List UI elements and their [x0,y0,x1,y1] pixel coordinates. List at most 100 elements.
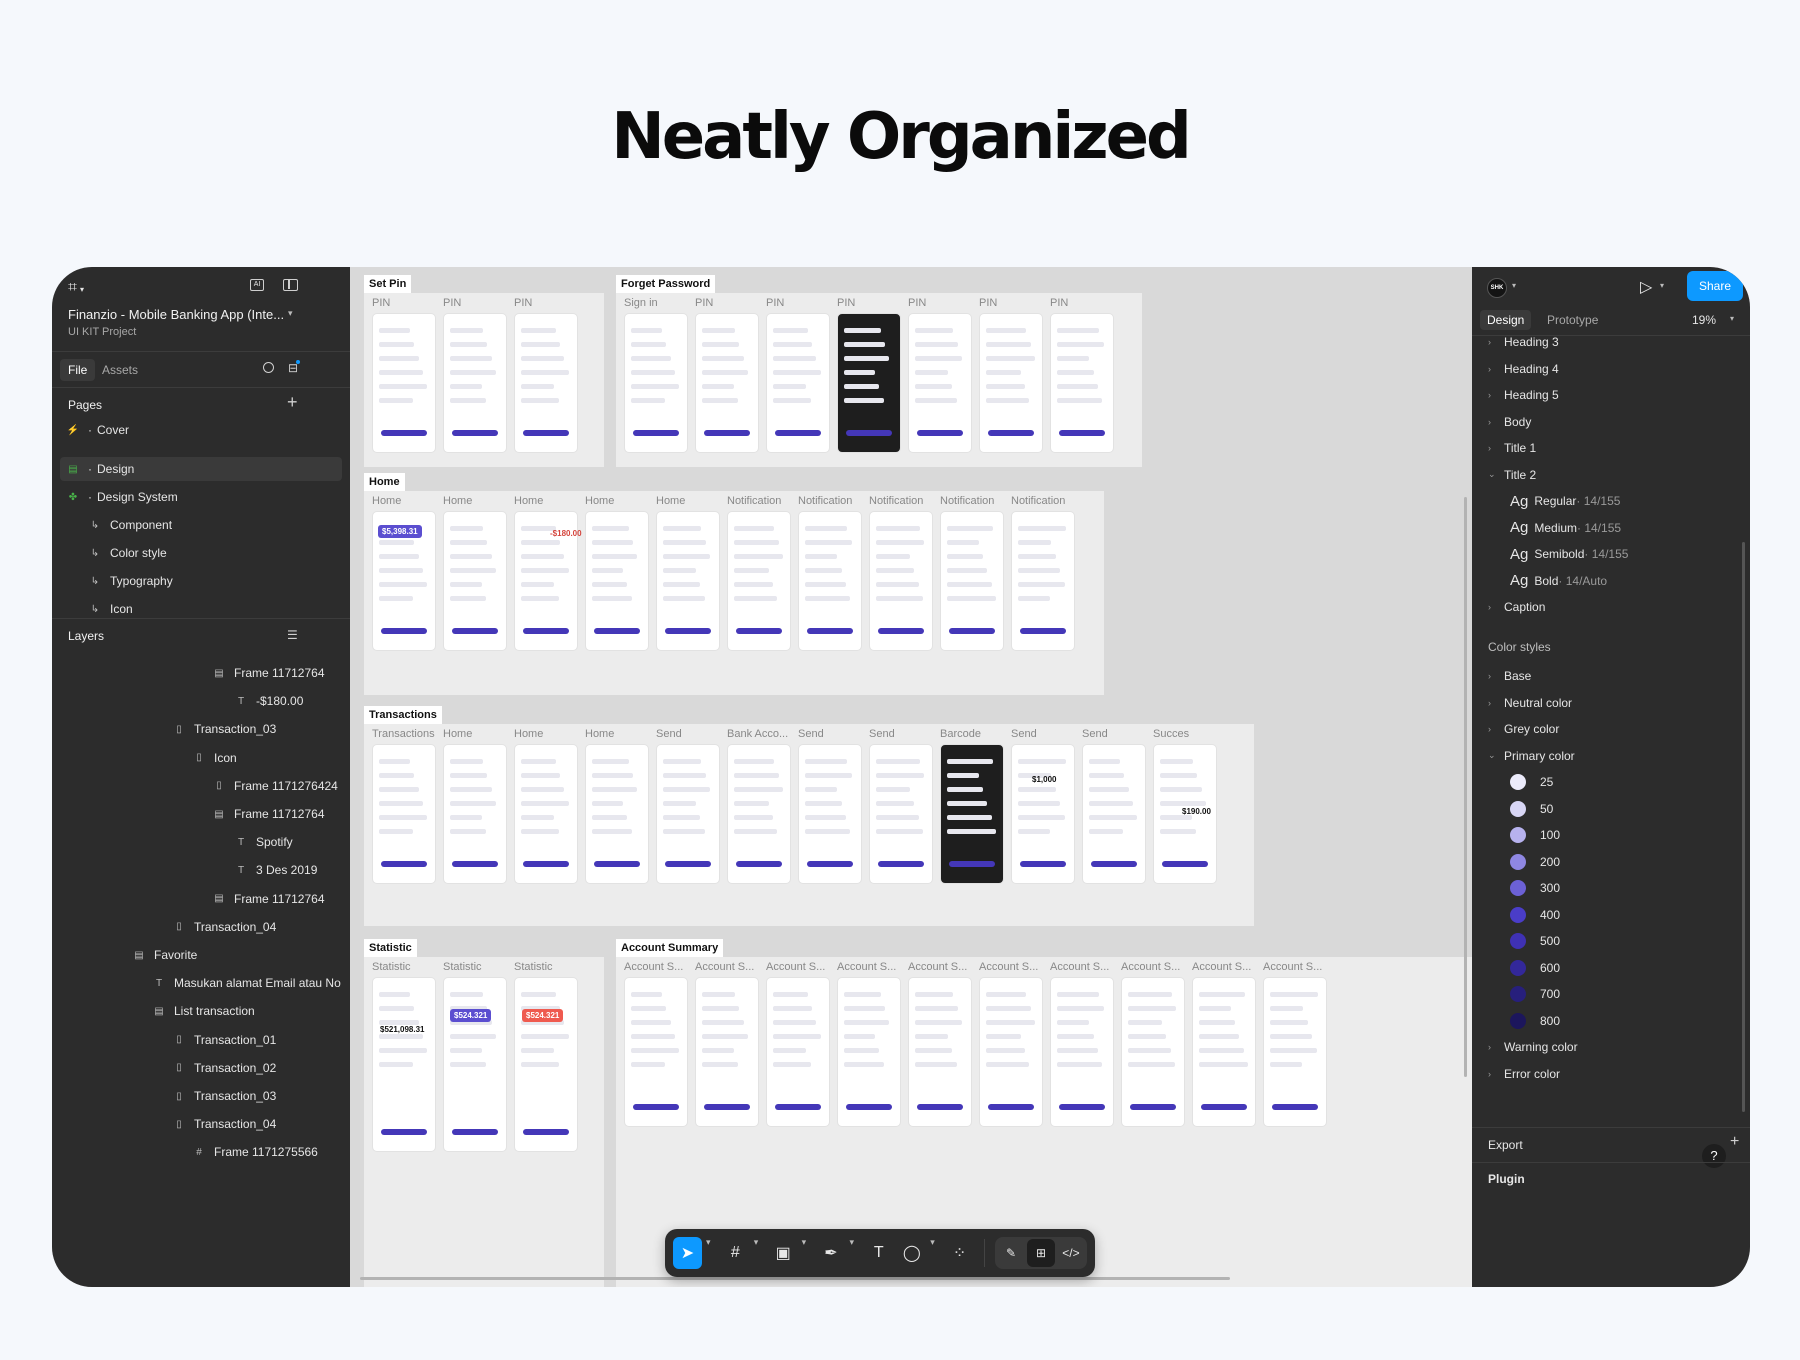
phone-screen[interactable] [656,511,720,651]
page-item-design-system[interactable]: ✤ · Design System [66,487,178,507]
page-item-typography[interactable]: ↳ Typography [88,571,173,591]
frame-label[interactable]: Notification [1011,495,1065,507]
typography-item[interactable]: Ag Bold · 14/Auto [1510,571,1607,591]
frame-label[interactable]: Account S... [624,961,683,973]
phone-screen[interactable] [514,744,578,884]
phone-screen[interactable] [798,511,862,651]
phone-screen[interactable] [979,977,1043,1127]
frame-label[interactable]: Home [443,495,472,507]
frame-label[interactable]: Notification [940,495,994,507]
chevron-down-icon[interactable]: ▾ [754,1237,765,1269]
text-tool[interactable]: T [864,1237,893,1269]
color-group[interactable]: › Grey color [1488,719,1559,739]
frame-label[interactable]: Home [656,495,685,507]
chevron-down-icon[interactable]: ▾ [802,1237,813,1269]
phone-screen[interactable] [1011,511,1075,651]
phone-screen[interactable] [372,744,436,884]
color-swatch-item[interactable]: 100 [1510,825,1560,845]
color-swatch-item[interactable]: 300 [1510,878,1560,898]
phone-screen[interactable] [1192,977,1256,1127]
search-icon[interactable] [263,362,274,373]
section-title[interactable]: Forget Password [616,275,716,293]
frame-label[interactable]: Statistic [443,961,482,973]
frame-label[interactable]: PIN [837,297,855,309]
present-icon[interactable]: ▷ [1640,277,1652,297]
text-style-caption[interactable]: › Caption [1488,597,1545,617]
phone-screen[interactable] [514,977,578,1152]
frame-label[interactable]: PIN [514,297,532,309]
layer-item[interactable]: # Frame 1171275566 [192,1142,318,1162]
layer-item[interactable]: T 3 Des 2019 [234,860,317,880]
phone-screen[interactable] [372,977,436,1152]
layer-item[interactable]: T -$180.00 [234,691,303,711]
chevron-down-icon[interactable]: ▾ [930,1237,941,1269]
draw-mode[interactable]: ✎ [997,1239,1025,1267]
frame-label[interactable]: Home [514,728,543,740]
chevron-down-icon[interactable]: ⌄ [1488,469,1504,480]
move-tool[interactable]: ➤ [673,1237,702,1269]
library-icon[interactable]: ⊟ [288,360,301,375]
page-item-color-style[interactable]: ↳ Color style [88,543,167,563]
help-button[interactable]: ? [1702,1144,1726,1168]
phone-screen[interactable] [624,313,688,453]
text-style-item[interactable]: › Heading 3 [1488,332,1559,352]
export-label[interactable]: Export [1488,1138,1523,1152]
phone-screen[interactable] [443,744,507,884]
typography-item[interactable]: Ag Regular · 14/155 [1510,491,1620,511]
color-swatch-item[interactable]: 500 [1510,931,1560,951]
text-style-item[interactable]: › Heading 5 [1488,385,1559,405]
chevron-down-icon[interactable]: ▾ [288,308,293,319]
phone-screen[interactable] [908,313,972,453]
color-swatch-item[interactable]: 600 [1510,958,1560,978]
frame-label[interactable]: Statistic [514,961,553,973]
tab-assets[interactable]: Assets [102,363,138,377]
color-group[interactable]: › Base [1488,666,1531,686]
frame-label[interactable]: Account S... [1050,961,1109,973]
frame-label[interactable]: Home [443,728,472,740]
color-group[interactable]: ⌄ Primary color [1488,746,1575,766]
frame-label[interactable]: Account S... [695,961,754,973]
color-group[interactable]: › Error color [1488,1064,1560,1084]
frame-tool[interactable]: # [721,1237,750,1269]
layer-item[interactable]: ▯ Transaction_03 [172,1086,276,1106]
phone-screen[interactable] [1263,977,1327,1127]
section-title[interactable]: Account Summary [616,939,724,957]
layer-item[interactable]: ▯ Icon [192,748,236,768]
frame-label[interactable]: PIN [695,297,713,309]
phone-screen[interactable] [837,313,901,453]
layer-item[interactable]: ▯ Transaction_04 [172,1114,276,1134]
page-item-cover[interactable]: ⚡ · Cover [66,420,129,440]
phone-screen[interactable] [940,511,1004,651]
frame-label[interactable]: Notification [798,495,852,507]
zoom-level[interactable]: 19% [1692,313,1716,327]
design-mode[interactable]: ⊞ [1026,1239,1055,1267]
chevron-right-icon[interactable]: › [1488,1069,1504,1079]
vertical-scrollbar[interactable] [1464,497,1467,1077]
sidebar-toggle-icon[interactable] [283,279,298,291]
phone-screen[interactable] [695,977,759,1127]
page-item-design[interactable]: ▤ · Design [66,459,134,479]
frame-label[interactable]: Account S... [837,961,896,973]
horizontal-scrollbar[interactable] [360,1277,1230,1280]
frame-label[interactable]: PIN [372,297,390,309]
frame-label[interactable]: Send [1082,728,1108,740]
frame-label[interactable]: Send [798,728,824,740]
frame-label[interactable]: Notification [727,495,781,507]
phone-screen[interactable] [656,744,720,884]
section-title[interactable]: Transactions [364,706,442,724]
chevron-down-icon[interactable]: ▾ [849,1237,860,1269]
section-title[interactable]: Statistic [364,939,417,957]
layer-item[interactable]: ▤ Favorite [132,945,197,965]
frame-label[interactable]: Account S... [1192,961,1251,973]
phone-screen[interactable] [1050,977,1114,1127]
phone-screen[interactable] [766,977,830,1127]
phone-screen[interactable] [585,744,649,884]
ai-icon[interactable]: AI [250,279,264,291]
chevron-right-icon[interactable]: › [1488,364,1504,374]
pen-tool[interactable]: ✒ [816,1237,845,1269]
phone-screen[interactable] [837,977,901,1127]
layer-item[interactable]: ▤ Frame 11712764 [212,889,324,909]
frame-label[interactable]: Notification [869,495,923,507]
typography-item[interactable]: Ag Medium · 14/155 [1510,518,1621,538]
color-group[interactable]: › Neutral color [1488,693,1572,713]
